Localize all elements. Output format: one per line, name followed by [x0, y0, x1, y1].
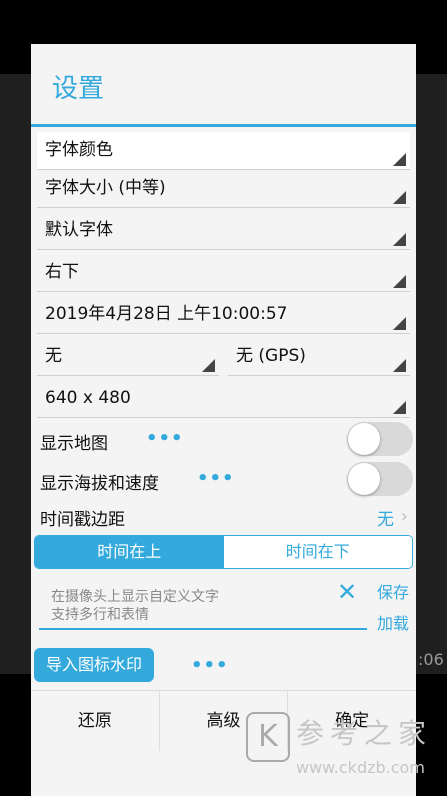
dropdown-arrow-icon: [393, 401, 406, 414]
show-altitude-more-icon[interactable]: •••: [197, 468, 235, 489]
datetime-spinner[interactable]: 2019年4月28日 上午10:00:57: [37, 296, 410, 334]
dropdown-arrow-icon: [393, 191, 406, 204]
position-spinner[interactable]: 右下: [37, 254, 410, 292]
dropdown-arrow-icon: [393, 317, 406, 330]
show-map-toggle[interactable]: [347, 422, 413, 456]
watermark-text: 参考之家: [296, 717, 433, 750]
location-left-label: 无: [45, 346, 62, 366]
dropdown-arrow-icon: [202, 359, 215, 372]
timestamp-margin-label: 时间戳边距: [40, 510, 125, 530]
resolution-spinner[interactable]: 640 x 480: [37, 380, 410, 418]
chevron-right-icon[interactable]: ›: [401, 506, 408, 527]
time-bottom-option[interactable]: 时间在下: [223, 536, 412, 568]
toggle-knob: [348, 423, 380, 455]
font-size-spinner[interactable]: 字体大小 (中等): [37, 170, 410, 208]
location-spinner-right[interactable]: 无 (GPS): [228, 338, 410, 376]
position-label: 右下: [45, 262, 79, 282]
title-divider: [31, 124, 416, 127]
font-color-spinner[interactable]: 字体颜色: [37, 132, 410, 170]
watermark-logo-icon: K: [246, 712, 290, 762]
load-button[interactable]: 加载: [377, 610, 409, 634]
location-right-label: 无 (GPS): [236, 346, 306, 366]
watermark-url: www.ckdzb.com: [296, 758, 425, 777]
datetime-label: 2019年4月28日 上午10:00:57: [45, 304, 288, 324]
site-watermark: K 参考之家 www.ckdzb.com: [246, 706, 446, 792]
font-family-spinner[interactable]: 默认字体: [37, 212, 410, 250]
dropdown-arrow-icon: [393, 153, 406, 166]
custom-text-placeholder: 在摄像头上显示自定义文字 支持多行和表情: [51, 589, 219, 623]
show-map-more-icon[interactable]: •••: [146, 428, 184, 449]
dropdown-arrow-icon: [393, 233, 406, 246]
timestamp-margin-value[interactable]: 无: [377, 505, 394, 530]
show-altitude-label: 显示海拔和速度: [40, 474, 159, 494]
time-position-segmented: 时间在上 时间在下: [34, 535, 413, 569]
dialog-title: 设置: [52, 74, 105, 104]
location-spinner-left[interactable]: 无: [37, 338, 219, 376]
resolution-label: 640 x 480: [45, 388, 131, 408]
show-altitude-toggle[interactable]: [347, 462, 413, 496]
settings-dialog: 设置 字体颜色 字体大小 (中等) 默认字体 右下 2019年4月28日 上午1…: [31, 44, 416, 796]
font-size-label: 字体大小 (中等): [45, 178, 166, 198]
save-button[interactable]: 保存: [377, 579, 409, 603]
custom-text-input[interactable]: 在摄像头上显示自定义文字 支持多行和表情: [39, 584, 367, 630]
restore-button[interactable]: 还原: [31, 691, 159, 751]
font-color-label: 字体颜色: [45, 140, 113, 160]
import-logo-more-icon[interactable]: •••: [191, 655, 229, 676]
dropdown-arrow-icon: [393, 275, 406, 288]
clear-icon[interactable]: ✕: [337, 578, 357, 606]
import-logo-button[interactable]: 导入图标水印: [34, 648, 154, 682]
time-top-option[interactable]: 时间在上: [35, 536, 224, 568]
font-family-label: 默认字体: [45, 220, 113, 240]
show-map-label: 显示地图: [40, 434, 108, 454]
dropdown-arrow-icon: [393, 359, 406, 372]
preview-time-fragment: :06: [418, 650, 444, 669]
toggle-knob: [348, 463, 380, 495]
